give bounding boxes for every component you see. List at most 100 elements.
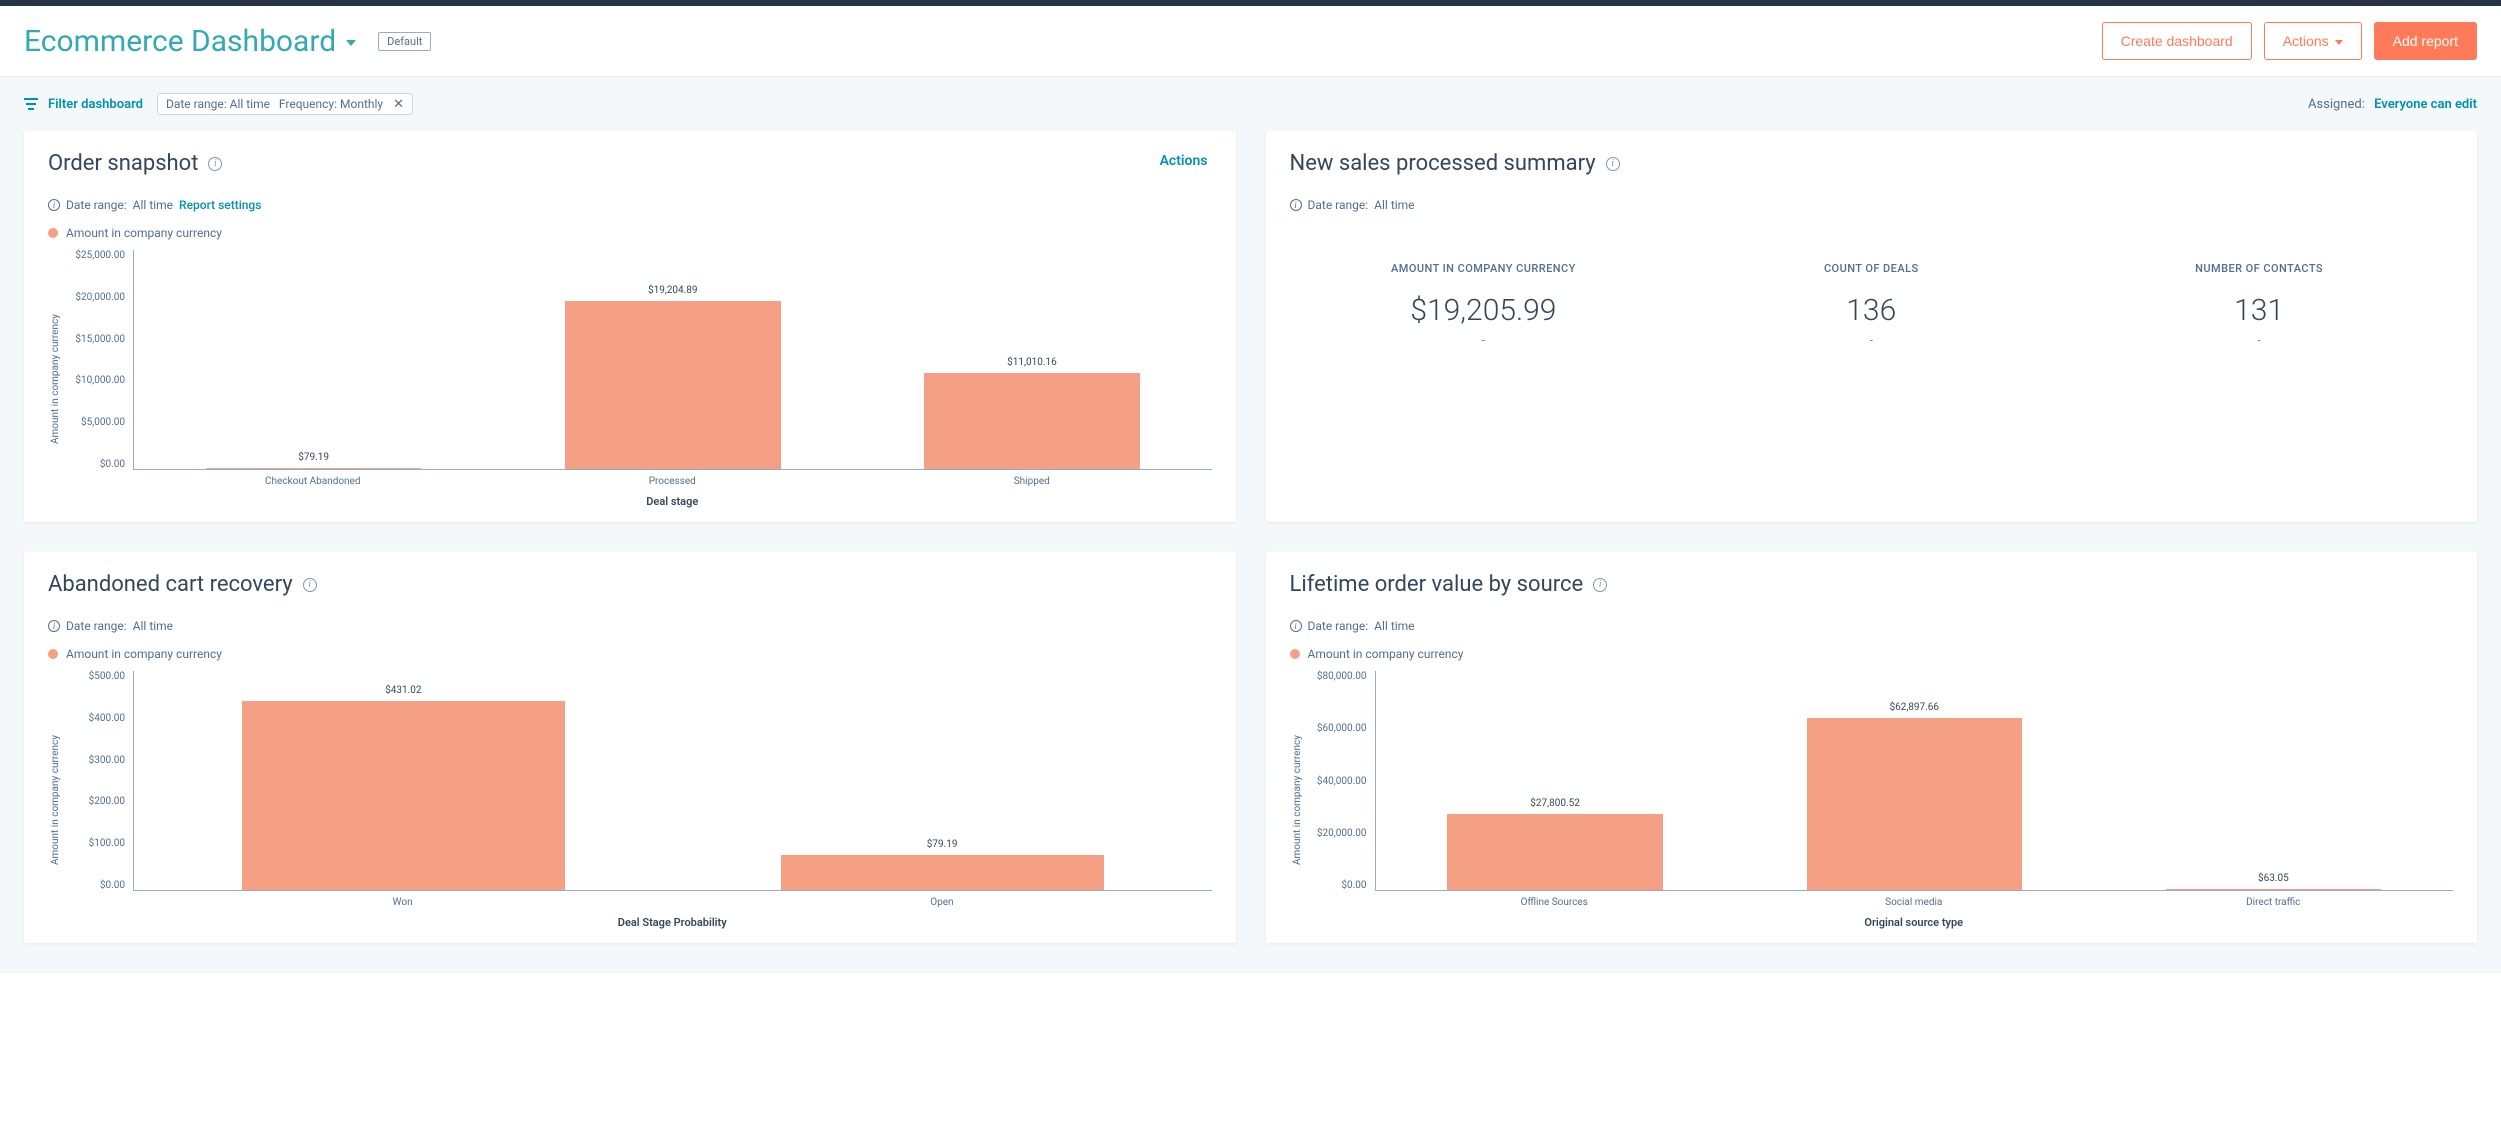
dashboard-title-dropdown[interactable]: Ecommerce Dashboard [24,24,356,59]
chart-bar-value-label: $63.05 [2166,873,2382,884]
kpi-value: 131 [2065,293,2453,328]
panel-order-snapshot: Order snapshot i Actions i Date range: A… [24,131,1236,522]
chart-bar[interactable]: $19,204.89 [565,301,781,469]
panel-abandoned-cart: Abandoned cart recovery i i Date range: … [24,552,1236,943]
panel-title: Lifetime order value by source i [1290,572,2454,597]
info-icon[interactable]: i [1606,157,1620,171]
chart-bar-value-label: $27,800.52 [1447,798,1663,809]
panel-actions-dropdown[interactable]: Actions [1160,153,1212,169]
filter-bar: Filter dashboard Date range: All time Fr… [0,77,2501,131]
chart-bar[interactable]: $79.19 [206,468,422,469]
chip-date-key: Date range: [166,97,227,111]
caret-down-icon [2335,40,2343,45]
panel-lifetime-value: Lifetime order value by source i i Date … [1266,552,2478,943]
chart-legend: Amount in company currency [48,226,1212,240]
filter-chip[interactable]: Date range: All time Frequency: Monthly … [157,93,413,115]
info-icon[interactable]: i [303,578,317,592]
info-icon[interactable]: i [208,157,222,171]
chip-date-val: All time [230,97,270,111]
chart-y-axis: $25,000.00$20,000.00$15,000.00$10,000.00… [63,250,133,470]
chart-plot-area: $27,800.52 $62,897.66 $63.05 [1375,671,2454,891]
caret-down-icon [346,40,356,46]
chart-bar-value-label: $19,204.89 [565,285,781,296]
meta-date-val: All time [133,619,173,633]
chart-bar-slot: $11,010.16 [852,250,1211,469]
chart-order-snapshot: Amount in company currency$25,000.00$20,… [48,250,1212,508]
meta-date-key: Date range: [1308,619,1369,633]
panel-title-text: Abandoned cart recovery [48,572,293,597]
chart-y-axis-label: Amount in company currency [48,250,63,508]
kpi-deals: COUNT OF DEALS 136 - [1677,262,2065,347]
report-settings-link[interactable]: Report settings [179,198,261,212]
chip-freq-val: Monthly [340,97,383,111]
info-icon[interactable]: i [1593,578,1607,592]
legend-swatch-icon [1290,649,1300,659]
kpi-label: COUNT OF DEALS [1677,262,2065,275]
kpi-trend: - [1677,334,2065,347]
chart-legend: Amount in company currency [48,647,1212,661]
meta-date-key: Date range: [1308,198,1369,212]
add-report-button[interactable]: Add report [2374,22,2477,60]
chart-lifetime: Amount in company currency$80,000.00$60,… [1290,671,2454,929]
chart-bar-slot: $27,800.52 [1376,671,1735,890]
chip-remove-icon[interactable]: ✕ [393,98,404,111]
panel-meta-row: i Date range: All time [48,619,1212,633]
assigned-block: Assigned: Everyone can edit [2308,97,2477,112]
panel-title: Order snapshot i [48,151,1212,176]
panel-title: New sales processed summary i [1290,151,2454,176]
chart-y-axis: $80,000.00$60,000.00$40,000.00$20,000.00… [1305,671,1375,891]
kpi-label: NUMBER OF CONTACTS [2065,262,2453,275]
panel-new-sales: New sales processed summary i i Date ran… [1266,131,2478,522]
meta-date-val: All time [1374,198,1414,212]
chart-abandoned: Amount in company currency$500.00$400.00… [48,671,1212,929]
kpi-contacts: NUMBER OF CONTACTS 131 - [2065,262,2453,347]
chart-x-axis-label: Original source type [1375,916,2454,929]
assigned-label: Assigned: [2308,97,2365,112]
dashboard-title-text: Ecommerce Dashboard [24,24,336,59]
chart-bar-value-label: $62,897.66 [1807,702,2023,713]
chart-y-axis: $500.00$400.00$300.00$200.00$100.00$0.00 [63,671,133,891]
chart-bar[interactable]: $63.05 [2166,889,2382,890]
chart-bar-slot: $431.02 [134,671,673,890]
filter-dashboard-link[interactable]: Filter dashboard [48,97,143,112]
chart-legend: Amount in company currency [1290,647,2454,661]
chart-plot-area: $79.19 $19,204.89 $11,010.16 [133,250,1212,470]
legend-swatch-icon [48,228,58,238]
panel-title-text: Lifetime order value by source [1290,572,1584,597]
chart-y-axis-label: Amount in company currency [48,671,63,929]
meta-date-val: All time [1374,619,1414,633]
panel-title-text: New sales processed summary [1290,151,1596,176]
panel-meta-row: i Date range: All time [1290,619,2454,633]
filter-icon [24,98,38,110]
page-header: Ecommerce Dashboard Default Create dashb… [0,6,2501,77]
legend-label: Amount in company currency [66,226,222,240]
legend-label: Amount in company currency [66,647,222,661]
chart-bar[interactable]: $62,897.66 [1807,718,2023,890]
meta-date-key: Date range: [66,198,127,212]
kpi-label: AMOUNT IN COMPANY CURRENCY [1290,262,1678,275]
panel-actions-label: Actions [1160,153,1208,169]
chart-bar[interactable]: $431.02 [242,701,565,890]
assigned-link[interactable]: Everyone can edit [2374,97,2477,112]
create-dashboard-button[interactable]: Create dashboard [2102,22,2252,60]
chart-bar[interactable]: $27,800.52 [1447,814,1663,890]
legend-swatch-icon [48,649,58,659]
kpi-trend: - [2065,334,2453,347]
chart-x-axis-label: Deal stage [133,495,1212,508]
chart-bar-value-label: $79.19 [781,839,1104,850]
chart-bar-value-label: $431.02 [242,685,565,696]
chart-bar-slot: $79.19 [673,671,1212,890]
chart-bar-slot: $79.19 [134,250,493,469]
chart-bar-value-label: $11,010.16 [924,357,1140,368]
chart-x-axis: Offline SourcesSocial mediaDirect traffi… [1375,891,2454,908]
kpi-value: 136 [1677,293,2065,328]
actions-button[interactable]: Actions [2264,22,2362,60]
kpi-row: AMOUNT IN COMPANY CURRENCY $19,205.99 - … [1290,262,2454,347]
chart-y-axis-label: Amount in company currency [1290,671,1305,929]
info-icon: i [1290,620,1302,632]
panel-meta-row: i Date range: All time [1290,198,2454,212]
chart-bar-slot: $62,897.66 [1735,671,2094,890]
chart-bar[interactable]: $11,010.16 [924,373,1140,469]
chart-x-axis: WonOpen [133,891,1212,908]
chart-bar[interactable]: $79.19 [781,855,1104,890]
